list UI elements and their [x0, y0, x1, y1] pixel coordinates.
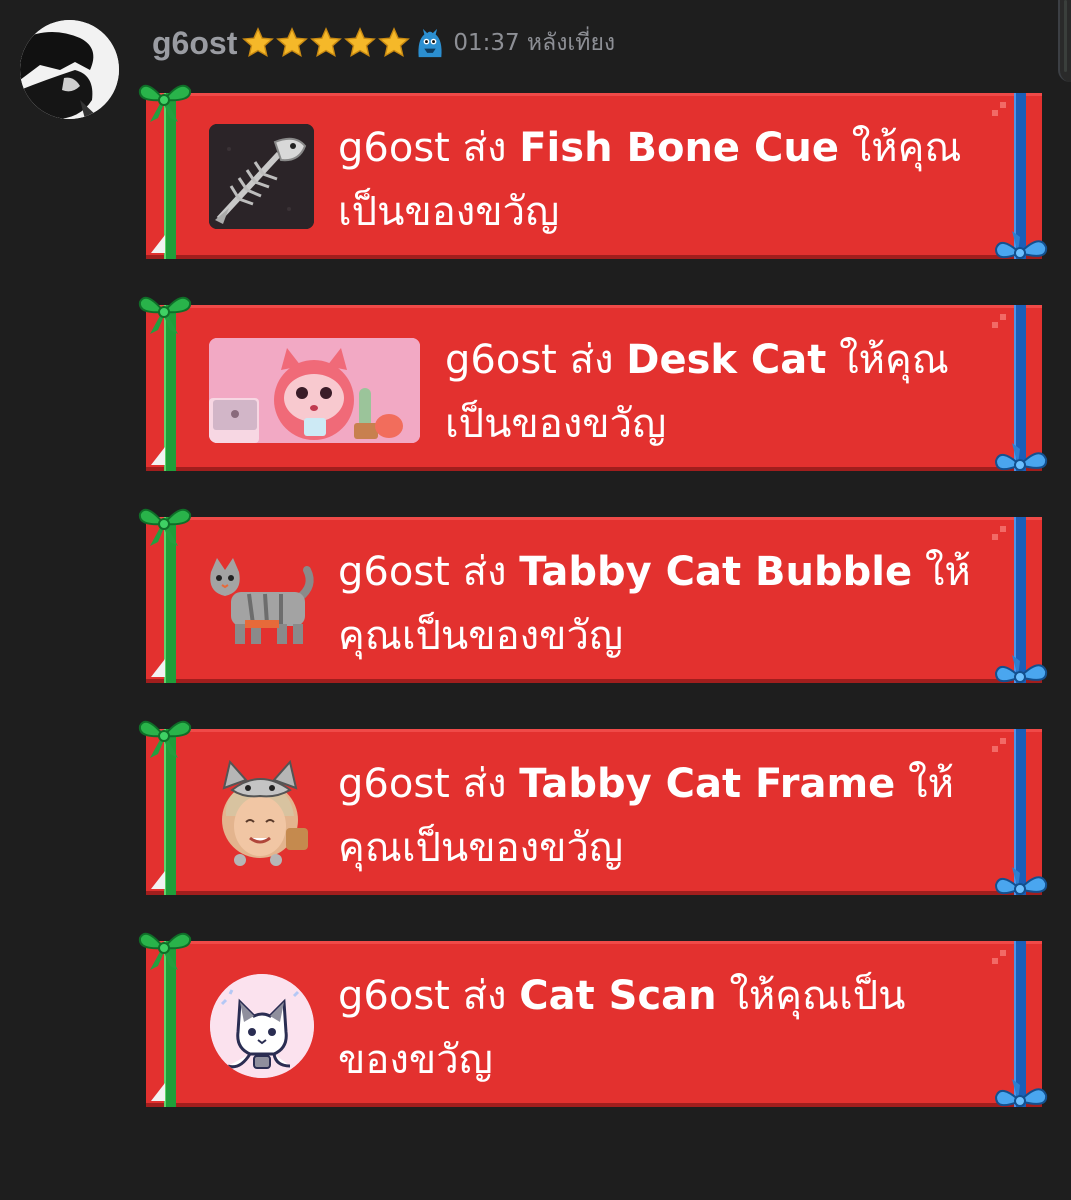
gift-sender: g6ost	[338, 973, 450, 1019]
gift-message: g6ost ส่ง Fish Bone Cue ให้คุณ เป็นของขว…	[338, 116, 1008, 244]
gift-item-name: Tabby Cat Frame	[519, 761, 896, 807]
green-bow-icon	[138, 296, 192, 334]
gift-line-1: g6ost ส่ง Cat Scan ให้คุณเป็น	[338, 964, 1008, 1028]
star-rating	[241, 26, 411, 60]
gift-sender: g6ost	[338, 549, 450, 595]
gift-card[interactable]: g6ost ส่ง Cat Scan ให้คุณเป็น ของขวัญ	[138, 932, 1048, 1107]
gift-line-1: g6ost ส่ง Tabby Cat Bubble ให้	[338, 540, 1008, 604]
gift-verb: ส่ง	[462, 973, 507, 1019]
gift-message: g6ost ส่ง Tabby Cat Bubble ให้ คุณเป็นขอ…	[338, 540, 1008, 668]
gift-tag	[151, 659, 165, 677]
desk-cat-icon	[209, 338, 420, 443]
star-icon	[310, 27, 343, 58]
message-header: g6ost 01:37 หลังเที่ยง	[152, 20, 615, 66]
gift-verb: ส่ง	[462, 761, 507, 807]
gift-message: g6ost ส่ง Tabby Cat Frame ให้ คุณเป็นของ…	[338, 752, 1008, 880]
sparkle	[1000, 102, 1006, 108]
fish-bone-cue-icon	[209, 124, 314, 229]
star-icon	[344, 27, 377, 58]
avatar[interactable]	[20, 20, 119, 119]
gift-tail: ให้คุณเป็น	[729, 973, 906, 1019]
gift-line-1: g6ost ส่ง Desk Cat ให้คุณ	[445, 328, 1025, 392]
green-bow-icon	[138, 508, 192, 546]
gift-line-2: คุณเป็นของขวัญ	[338, 825, 624, 871]
gift-tag	[151, 1083, 165, 1101]
gift-tag	[151, 871, 165, 889]
gift-verb: ส่ง	[569, 337, 614, 383]
gift-card[interactable]: g6ost ส่ง Desk Cat ให้คุณ เป็นของขวัญ	[138, 296, 1048, 471]
tabby-cat-frame-icon	[216, 758, 312, 868]
gift-item-name: Cat Scan	[519, 973, 717, 1019]
star-icon	[242, 27, 275, 58]
gift-line-2: เป็นของขวัญ	[338, 189, 560, 235]
gift-sender: g6ost	[338, 761, 450, 807]
gift-sender: g6ost	[338, 125, 450, 171]
gift-verb: ส่ง	[462, 125, 507, 171]
gift-tail: ให้	[924, 549, 971, 595]
sparkle	[1000, 526, 1006, 532]
sparkle	[1000, 950, 1006, 956]
gift-card[interactable]: g6ost ส่ง Tabby Cat Frame ให้ คุณเป็นของ…	[138, 720, 1048, 895]
sparkle	[1000, 738, 1006, 744]
gift-message: g6ost ส่ง Desk Cat ให้คุณ เป็นของขวัญ	[445, 328, 1025, 456]
gift-item-name: Tabby Cat Bubble	[519, 549, 913, 595]
tabby-cat-icon	[209, 558, 317, 646]
gift-tail: ให้	[908, 761, 954, 807]
chat-view: g6ost 01:37 หลังเที่ยง g6ost ส่ง Fish Bo…	[0, 0, 1071, 1200]
gift-message: g6ost ส่ง Cat Scan ให้คุณเป็น ของขวัญ	[338, 964, 1008, 1092]
cat-scan-icon	[210, 974, 314, 1078]
timestamp: 01:37 หลังเที่ยง	[453, 30, 616, 56]
user-avatar-icon	[20, 20, 119, 119]
gift-tag	[151, 447, 165, 465]
gift-tail: ให้คุณ	[851, 125, 962, 171]
gift-line-1: g6ost ส่ง Tabby Cat Frame ให้	[338, 752, 1008, 816]
gift-card[interactable]: g6ost ส่ง Fish Bone Cue ให้คุณ เป็นของขว…	[138, 84, 1048, 259]
sparkle	[1000, 314, 1006, 320]
star-icon	[378, 27, 411, 58]
scrollbar[interactable]	[1058, 0, 1071, 82]
gift-line-2: คุณเป็นของขวัญ	[338, 613, 624, 659]
green-bow-icon	[138, 84, 192, 122]
gift-verb: ส่ง	[462, 549, 507, 595]
gift-line-1: g6ost ส่ง Fish Bone Cue ให้คุณ	[338, 116, 1008, 180]
gift-tag	[151, 235, 165, 253]
gift-line-2: ของขวัญ	[338, 1037, 493, 1083]
green-bow-icon	[138, 932, 192, 970]
star-icon	[276, 27, 309, 58]
blue-monster-badge-icon	[418, 28, 442, 58]
username[interactable]: g6ost	[152, 25, 237, 62]
gift-sender: g6ost	[445, 337, 557, 383]
gift-item-name: Fish Bone Cue	[519, 125, 839, 171]
gift-line-2: เป็นของขวัญ	[445, 401, 667, 447]
gift-card[interactable]: g6ost ส่ง Tabby Cat Bubble ให้ คุณเป็นขอ…	[138, 508, 1048, 683]
green-bow-icon	[138, 720, 192, 758]
gift-item-name: Desk Cat	[626, 337, 827, 383]
gift-tail: ให้คุณ	[839, 337, 949, 383]
